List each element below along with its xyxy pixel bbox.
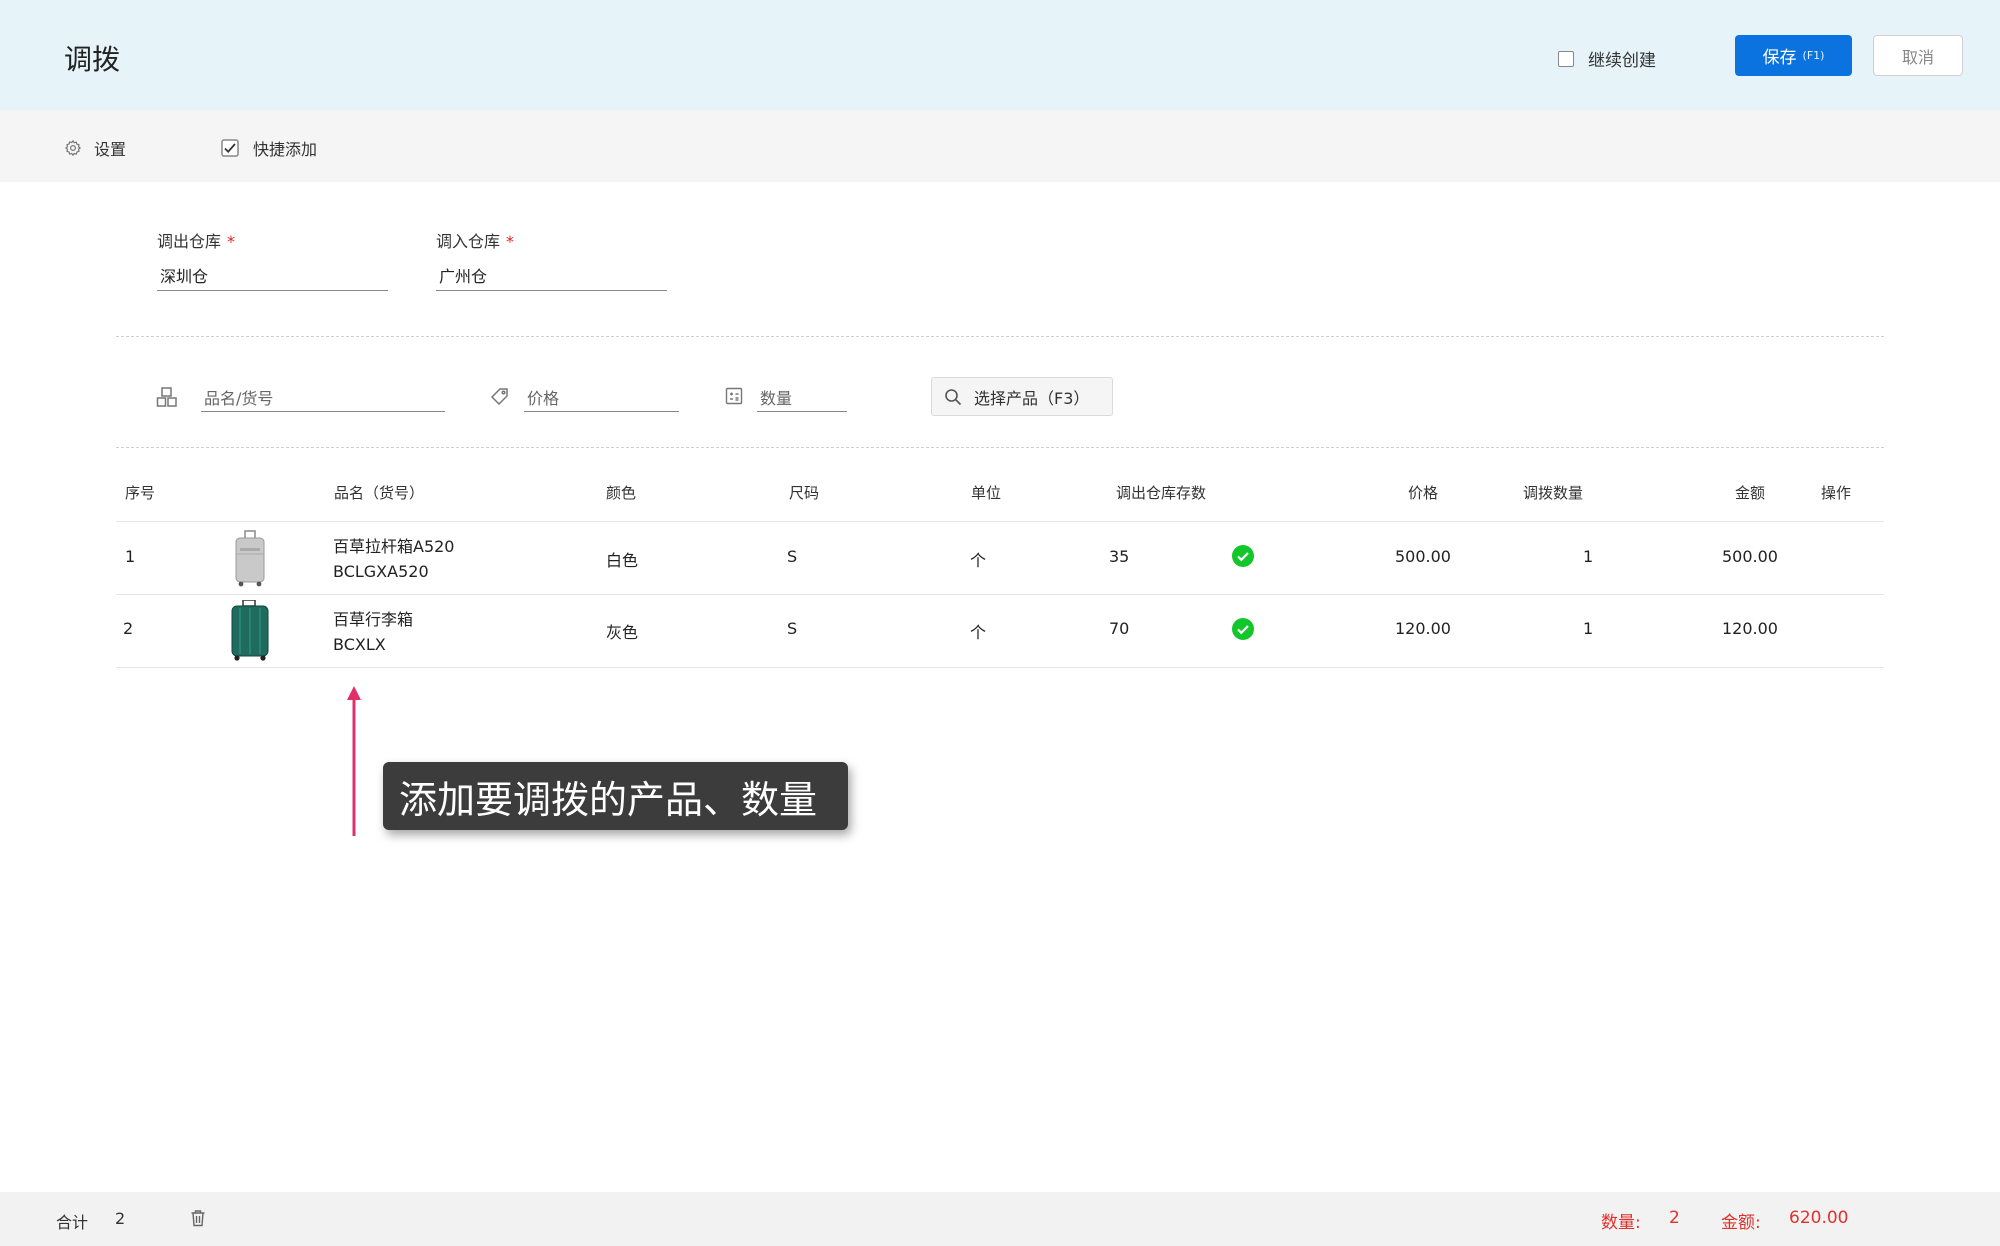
total-count: 2 <box>115 1209 126 1228</box>
table-divider <box>116 594 1884 595</box>
total-amount-value: 620.00 <box>1789 1208 1849 1228</box>
check-circle-icon <box>1232 545 1254 567</box>
product-size: S <box>787 619 798 638</box>
divider <box>116 447 1884 448</box>
product-price[interactable]: 500.00 <box>1395 547 1451 566</box>
product-price[interactable]: 120.00 <box>1395 619 1451 638</box>
product-thumbnail <box>231 600 269 661</box>
settings-button[interactable]: 设置 <box>64 136 126 160</box>
settings-label: 设置 <box>94 140 127 159</box>
total-label: 合计 <box>56 1213 89 1232</box>
continue-create-checkbox[interactable] <box>1558 50 1574 67</box>
continue-create-label: 继续创建 <box>1588 51 1656 71</box>
total-qty-label: 数量: <box>1601 1213 1641 1233</box>
out-warehouse-value[interactable]: 深圳仓 <box>160 263 208 287</box>
page-title: 调拨 <box>64 43 121 76</box>
out-warehouse-underline <box>157 290 388 291</box>
stock-count: 35 <box>1109 547 1130 566</box>
product-color: 白色 <box>606 551 639 570</box>
col-header-name: 品名（货号） <box>334 484 425 502</box>
out-warehouse-label: 调出仓库 <box>157 232 222 251</box>
product-size: S <box>787 547 798 566</box>
quantity-underline <box>757 411 847 412</box>
continue-create-toggle[interactable]: 继续创建 <box>1558 46 1656 71</box>
product-unit: 个 <box>970 623 987 642</box>
transfer-qty[interactable]: 1 <box>1583 547 1593 566</box>
in-warehouse-value[interactable]: 广州仓 <box>439 263 487 287</box>
annotation-callout: 添加要调拨的产品、数量 <box>383 762 848 830</box>
header: 调拨 继续创建 保存 (F1) 取消 <box>0 0 2000 110</box>
product-name-underline <box>201 411 445 412</box>
transfer-qty[interactable]: 1 <box>1583 619 1593 638</box>
row-amount: 120.00 <box>1722 619 1778 638</box>
quick-add-toggle[interactable]: 快捷添加 <box>221 136 317 160</box>
trash-icon[interactable] <box>190 1209 206 1227</box>
toolbar: 设置 快捷添加 <box>0 110 2000 182</box>
product-name: 百草拉杆箱A520 <box>333 537 455 556</box>
product-code: BCXLX <box>333 635 386 654</box>
col-header-unit: 单位 <box>971 484 1002 502</box>
col-header-stock: 调出仓库存数 <box>1116 484 1207 502</box>
quick-add-label: 快捷添加 <box>253 140 318 159</box>
search-icon <box>945 388 962 405</box>
row-amount: 500.00 <box>1722 547 1778 566</box>
product-color: 灰色 <box>606 623 639 642</box>
select-product-button[interactable]: 选择产品（F3） <box>931 377 1113 416</box>
in-warehouse-field[interactable]: 调入仓库 * 广州仓 <box>436 228 667 298</box>
col-header-color: 颜色 <box>606 484 637 502</box>
total-qty-value: 2 <box>1669 1208 1680 1228</box>
product-name-input[interactable]: 品名/货号 <box>204 385 273 409</box>
product-code: BCLGXA520 <box>333 562 429 581</box>
product-name: 百草行李箱 <box>333 610 414 629</box>
tag-icon <box>490 388 508 406</box>
annotation-arrow-icon <box>347 686 361 836</box>
row-index: 2 <box>123 619 134 638</box>
product-icon <box>156 387 177 407</box>
check-circle-icon <box>1232 618 1254 640</box>
save-button-label: 保存 <box>1762 48 1797 68</box>
in-warehouse-underline <box>436 290 667 291</box>
save-button[interactable]: 保存 (F1) <box>1735 35 1852 76</box>
select-product-label: 选择产品（F3） <box>974 388 1090 408</box>
total-amount-label: 金额: <box>1721 1213 1761 1233</box>
table-divider <box>116 521 1884 522</box>
product-thumbnail <box>235 530 265 587</box>
save-shortcut-hint: (F1) <box>1802 49 1825 62</box>
required-mark: * <box>506 232 515 251</box>
table-divider <box>116 667 1884 668</box>
row-index: 1 <box>125 547 136 566</box>
col-header-action: 操作 <box>1821 484 1852 502</box>
cancel-button[interactable]: 取消 <box>1873 35 1963 76</box>
col-header-qty: 调拨数量 <box>1523 484 1584 502</box>
stock-count: 70 <box>1109 619 1130 638</box>
price-underline <box>524 411 679 412</box>
price-input[interactable]: 价格 <box>527 385 559 409</box>
required-mark: * <box>227 232 236 251</box>
col-header-index: 序号 <box>125 484 156 502</box>
checkbox-checked-icon[interactable] <box>221 139 239 157</box>
col-header-price: 价格 <box>1408 484 1439 502</box>
col-header-size: 尺码 <box>789 484 820 502</box>
out-warehouse-field[interactable]: 调出仓库 * 深圳仓 <box>157 228 388 298</box>
gear-icon <box>64 139 82 157</box>
in-warehouse-label: 调入仓库 <box>436 232 501 251</box>
product-unit: 个 <box>970 551 987 570</box>
col-header-amount: 金额 <box>1735 484 1766 502</box>
footer-summary: 合计 2 数量: 2 金额: 620.00 <box>0 1192 2000 1246</box>
calculator-icon <box>725 387 743 405</box>
quantity-input[interactable]: 数量 <box>760 385 792 409</box>
divider <box>116 336 1884 337</box>
